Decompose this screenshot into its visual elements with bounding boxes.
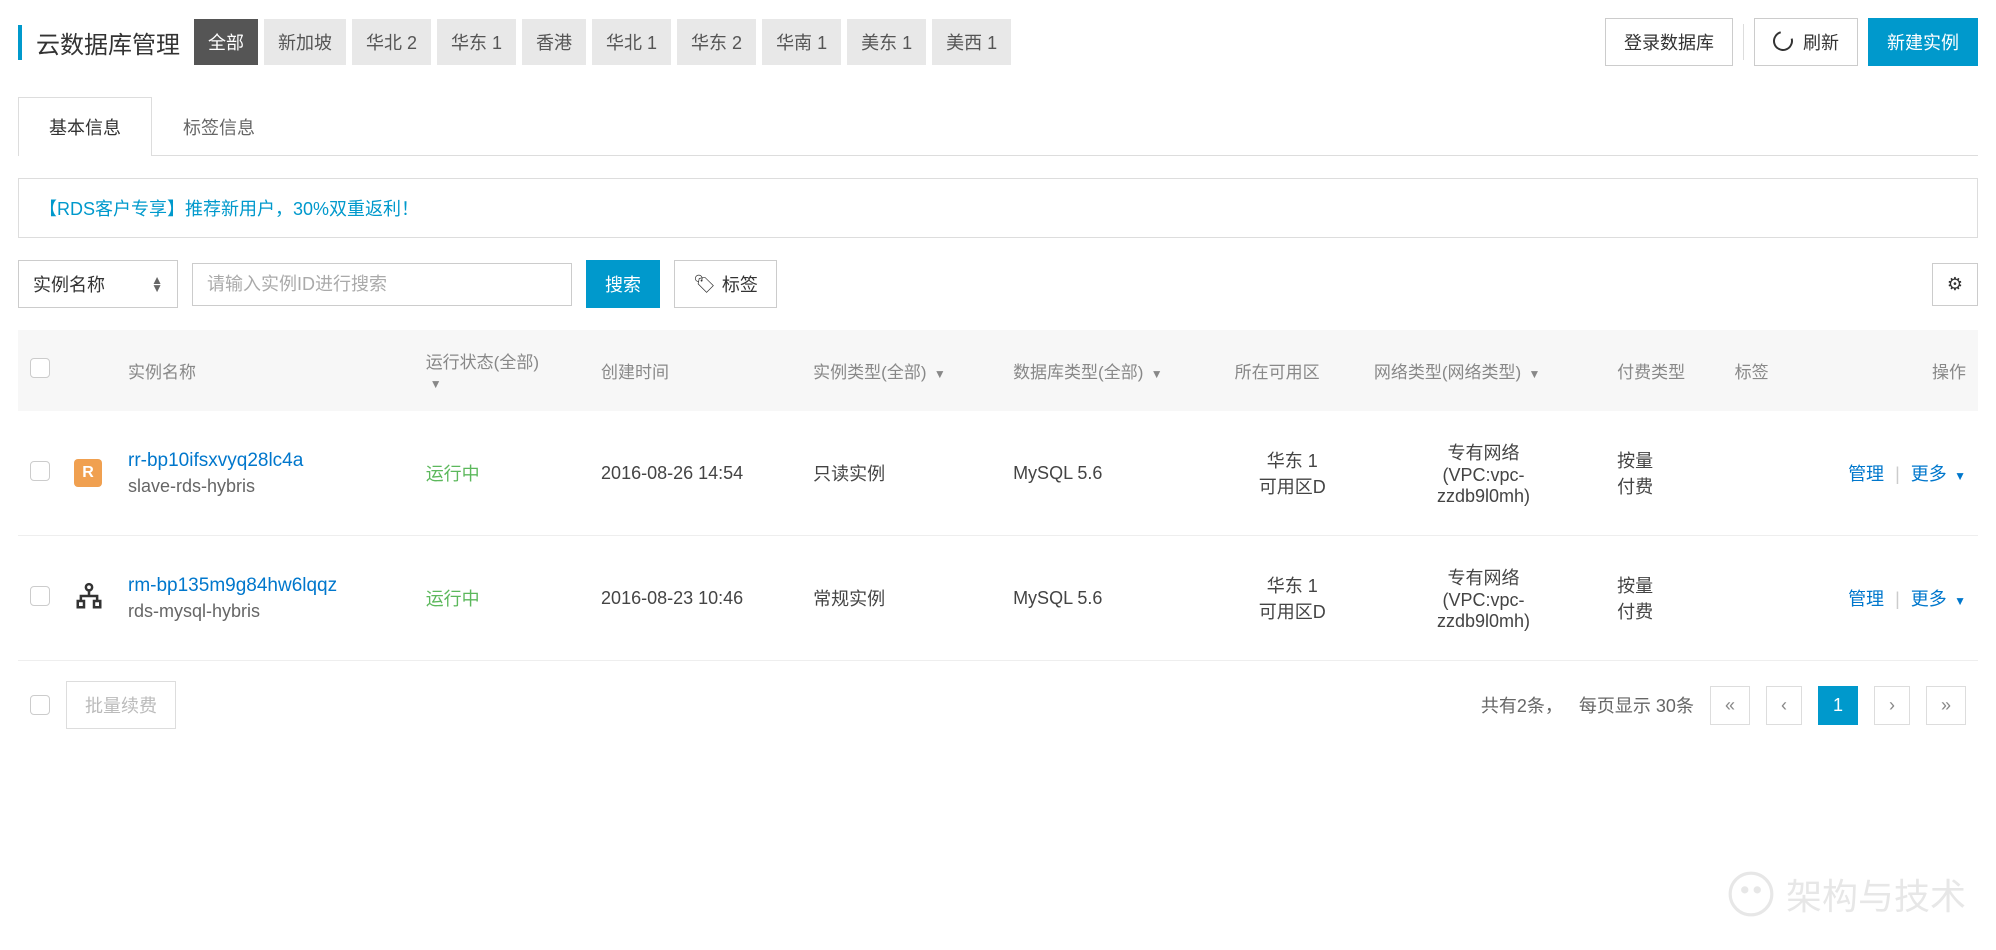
region-tab-north2[interactable]: 华北 2 bbox=[352, 19, 431, 65]
chevron-down-icon: ▼ bbox=[1951, 469, 1966, 483]
network-type: 专有网络(VPC:vpc-zzdb9l0mh) bbox=[1362, 536, 1605, 661]
select-all-checkbox[interactable] bbox=[30, 358, 50, 378]
zone: 华东 1可用区D bbox=[1223, 536, 1362, 661]
network-tree-icon bbox=[74, 595, 104, 615]
col-ops: 操作 bbox=[1797, 330, 1978, 411]
db-type: MySQL 5.6 bbox=[1001, 536, 1223, 661]
region-tab-all[interactable]: 全部 bbox=[194, 19, 258, 65]
region-tab-singapore[interactable]: 新加坡 bbox=[264, 19, 346, 65]
row-checkbox[interactable] bbox=[30, 461, 50, 481]
instance-type: 常规实例 bbox=[801, 536, 1001, 661]
instance-id-link[interactable]: rm-bp135m9g84hw6lqqz bbox=[128, 575, 402, 597]
instance-table: 实例名称 运行状态(全部) ▼ 创建时间 实例类型(全部) ▼ 数据库类型(全部… bbox=[18, 330, 1978, 661]
pager-first[interactable]: « bbox=[1710, 686, 1750, 725]
col-billing: 付费类型 bbox=[1605, 330, 1722, 411]
total-count: 共有2条， bbox=[1481, 692, 1563, 718]
search-field-label: 实例名称 bbox=[33, 271, 105, 297]
more-link[interactable]: 更多 ▼ bbox=[1911, 464, 1966, 484]
col-name: 实例名称 bbox=[116, 330, 414, 411]
region-tab-uswest1[interactable]: 美西 1 bbox=[932, 19, 1011, 65]
table-header-row: 实例名称 运行状态(全部) ▼ 创建时间 实例类型(全部) ▼ 数据库类型(全部… bbox=[18, 330, 1978, 411]
region-tab-east1[interactable]: 华东 1 bbox=[437, 19, 516, 65]
tab-basic-info[interactable]: 基本信息 bbox=[18, 97, 152, 156]
login-database-button[interactable]: 登录数据库 bbox=[1605, 18, 1733, 66]
chevron-down-icon: ▼ bbox=[1525, 367, 1540, 381]
tag-cell bbox=[1723, 411, 1797, 536]
region-tab-useast1[interactable]: 美东 1 bbox=[847, 19, 926, 65]
per-page-select[interactable]: 每页显示 30条 bbox=[1579, 692, 1694, 718]
tag-cell bbox=[1723, 536, 1797, 661]
zone: 华东 1可用区D bbox=[1223, 411, 1362, 536]
tag-icon: 🏷 bbox=[693, 274, 716, 295]
table-row: R rr-bp10ifsxvyq28lc4a slave-rds-hybris … bbox=[18, 411, 1978, 536]
billing-type: 按量付费 bbox=[1605, 411, 1722, 536]
col-tag: 标签 bbox=[1723, 330, 1797, 411]
billing-type: 按量付费 bbox=[1605, 536, 1722, 661]
refresh-icon bbox=[1773, 31, 1797, 54]
chevron-down-icon: ▼ bbox=[931, 367, 946, 381]
status-text: 运行中 bbox=[426, 589, 480, 609]
refresh-label: 刷新 bbox=[1803, 29, 1839, 55]
watermark: 架构与技术 bbox=[1726, 868, 1966, 920]
tag-button-label: 标签 bbox=[722, 271, 758, 297]
search-button[interactable]: 搜索 bbox=[586, 260, 660, 308]
table-row: rm-bp135m9g84hw6lqqz rds-mysql-hybris 运行… bbox=[18, 536, 1978, 661]
divider: | bbox=[1895, 464, 1900, 484]
chevron-down-icon: ▼ bbox=[1147, 367, 1162, 381]
instance-type: 只读实例 bbox=[801, 411, 1001, 536]
col-dbtype[interactable]: 数据库类型(全部) ▼ bbox=[1001, 330, 1223, 411]
batch-renew-button[interactable]: 批量续费 bbox=[66, 681, 176, 729]
chevron-down-icon: ▼ bbox=[1951, 594, 1966, 608]
col-nettype[interactable]: 网络类型(网络类型) ▼ bbox=[1362, 330, 1605, 411]
instance-alias: slave-rds-hybris bbox=[128, 476, 402, 497]
chevron-down-icon: ▼ bbox=[430, 377, 442, 391]
gear-icon: ⚙ bbox=[1947, 274, 1963, 294]
settings-button[interactable]: ⚙ bbox=[1932, 263, 1978, 306]
updown-icon: ▲▼ bbox=[151, 276, 163, 292]
col-created: 创建时间 bbox=[589, 330, 801, 411]
create-instance-button[interactable]: 新建实例 bbox=[1868, 18, 1978, 66]
promo-banner[interactable]: 【RDS客户专享】推荐新用户，30%双重返利！ bbox=[18, 178, 1978, 238]
pager-page-1[interactable]: 1 bbox=[1818, 686, 1858, 725]
region-tab-north1[interactable]: 华北 1 bbox=[592, 19, 671, 65]
readonly-badge-icon: R bbox=[74, 459, 102, 487]
instance-id-link[interactable]: rr-bp10ifsxvyq28lc4a bbox=[128, 450, 402, 472]
network-type: 专有网络(VPC:vpc-zzdb9l0mh) bbox=[1362, 411, 1605, 536]
pager-last[interactable]: » bbox=[1926, 686, 1966, 725]
search-input[interactable] bbox=[192, 263, 572, 306]
row-checkbox[interactable] bbox=[30, 586, 50, 606]
separator bbox=[1743, 24, 1744, 60]
region-tab-hk[interactable]: 香港 bbox=[522, 19, 586, 65]
status-text: 运行中 bbox=[426, 464, 480, 484]
region-tab-south1[interactable]: 华南 1 bbox=[762, 19, 841, 65]
instance-alias: rds-mysql-hybris bbox=[128, 601, 402, 622]
col-zone: 所在可用区 bbox=[1223, 330, 1362, 411]
region-tab-east2[interactable]: 华东 2 bbox=[677, 19, 756, 65]
created-time: 2016-08-26 14:54 bbox=[589, 411, 801, 536]
page-title: 云数据库管理 bbox=[18, 25, 180, 60]
region-tabs: 全部 新加坡 华北 2 华东 1 香港 华北 1 华东 2 华南 1 美东 1 … bbox=[194, 19, 1595, 65]
footer-select-all-checkbox[interactable] bbox=[30, 695, 50, 715]
manage-link[interactable]: 管理 bbox=[1848, 589, 1884, 609]
refresh-button[interactable]: 刷新 bbox=[1754, 18, 1858, 66]
manage-link[interactable]: 管理 bbox=[1848, 464, 1884, 484]
tab-tag-info[interactable]: 标签信息 bbox=[152, 97, 286, 156]
db-type: MySQL 5.6 bbox=[1001, 411, 1223, 536]
pager-prev[interactable]: ‹ bbox=[1766, 686, 1802, 725]
pager-next[interactable]: › bbox=[1874, 686, 1910, 725]
col-status[interactable]: 运行状态(全部) ▼ bbox=[414, 330, 589, 411]
created-time: 2016-08-23 10:46 bbox=[589, 536, 801, 661]
search-field-select[interactable]: 实例名称 ▲▼ bbox=[18, 260, 178, 308]
more-link[interactable]: 更多 ▼ bbox=[1911, 589, 1966, 609]
col-type[interactable]: 实例类型(全部) ▼ bbox=[801, 330, 1001, 411]
divider: | bbox=[1895, 589, 1900, 609]
table-footer: 批量续费 共有2条， 每页显示 30条 « ‹ 1 › » bbox=[18, 661, 1978, 749]
tag-filter-button[interactable]: 🏷 标签 bbox=[674, 260, 777, 308]
